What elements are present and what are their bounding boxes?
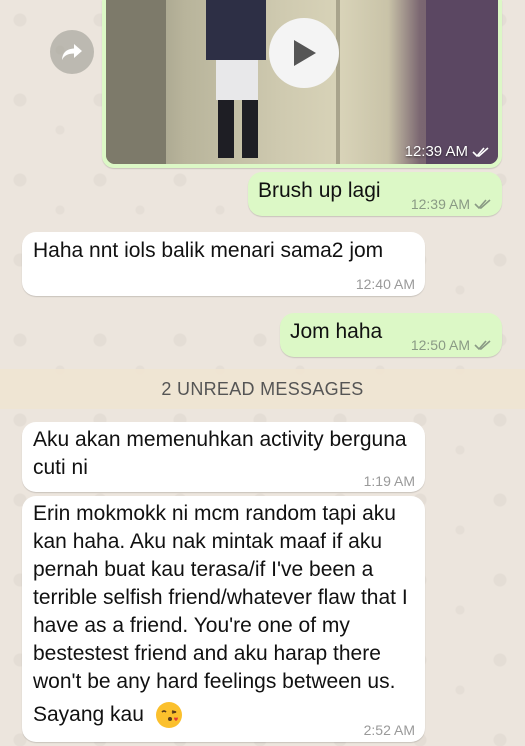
video-thumbnail[interactable]: 12:39 AM [106,0,498,164]
message-text-end-words: Sayang kau [33,703,144,726]
message-time: 12:50 AM [410,337,470,353]
message-outgoing[interactable]: Jom haha 12:50 AM [280,313,502,357]
play-button[interactable] [269,18,339,88]
message-meta: 1:19 AM [364,473,415,489]
message-time: 12:39 AM [410,196,470,212]
double-check-icon [474,340,491,351]
message-incoming[interactable]: Erin mokmokk ni mcm random tapi aku kan … [22,496,425,742]
video-meta: 12:39 AM [405,143,490,160]
video-message[interactable]: 12:39 AM [102,0,502,168]
message-text: Erin mokmokk ni mcm random tapi aku kan … [33,502,408,693]
message-text: Jom haha [290,320,383,343]
forward-button[interactable] [50,30,94,74]
forward-icon [62,44,82,60]
message-incoming[interactable]: Aku akan memenuhkan activity berguna cut… [22,422,425,492]
message-text-end: Sayang kau [33,701,182,729]
message-meta: 2:52 AM [364,722,415,738]
kiss-emoji-icon [155,702,182,729]
unread-banner-label: 2 UNREAD MESSAGES [161,378,364,399]
video-time: 12:39 AM [404,143,468,160]
double-check-icon [472,146,489,157]
message-meta: 12:40 AM [356,276,415,292]
message-time: 12:40 AM [355,276,415,292]
message-outgoing[interactable]: Brush up lagi 12:39 AM [248,172,502,216]
message-incoming[interactable]: Haha nnt iols balik menari sama2 jom 12:… [22,232,425,296]
message-text: Aku akan memenuhkan activity berguna cut… [33,428,407,479]
message-time: 2:52 AM [363,722,415,738]
double-check-icon [474,199,491,210]
message-time: 1:19 AM [363,473,415,489]
unread-messages-banner: 2 UNREAD MESSAGES [0,369,525,409]
play-icon [294,40,316,66]
message-meta: 12:39 AM [411,196,492,212]
message-text: Brush up lagi [258,179,381,202]
message-text: Haha nnt iols balik menari sama2 jom [33,239,384,262]
message-meta: 12:50 AM [411,337,492,353]
